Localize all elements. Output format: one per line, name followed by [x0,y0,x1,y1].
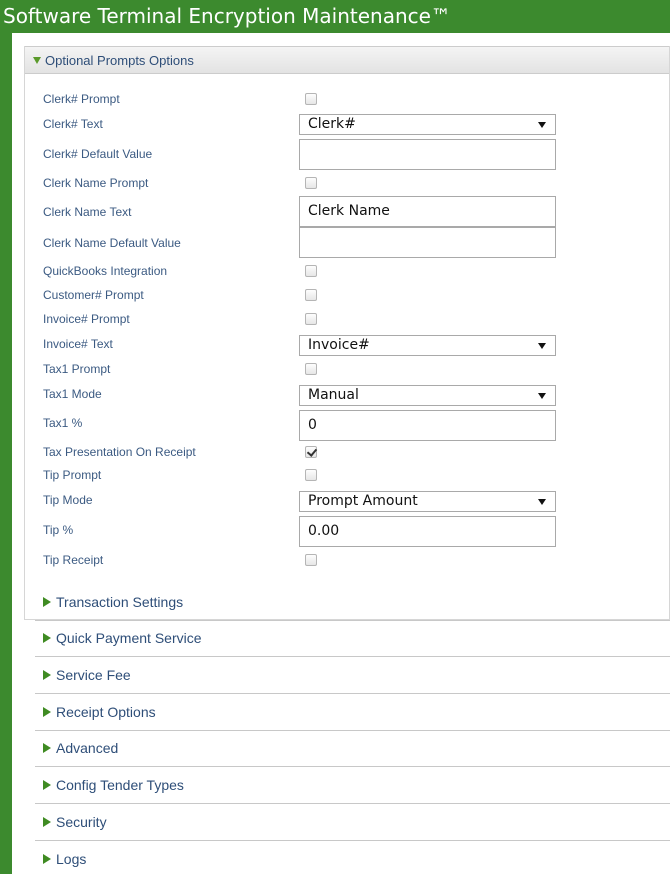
collapsed-triangle-icon [43,706,51,717]
section-label: Service Fee [56,666,131,683]
section-label: Security [56,813,107,830]
collapsed-triangle-icon [43,669,51,680]
tip-pct-input[interactable]: 0.00 [299,516,556,547]
page-title: Software Terminal Encryption Maintenance… [0,0,670,33]
panel-title: Optional Prompts Options [45,52,194,68]
clerk-name-text-label: Clerk Name Text [43,205,132,219]
tax-presentation-checkbox[interactable] [305,446,317,458]
section-label: Advanced [56,739,119,756]
section-service-fee[interactable]: Service Fee [35,656,670,694]
tax1-prompt-label: Tax1 Prompt [43,362,111,376]
clerk-default-label: Clerk# Default Value [43,147,153,161]
expanded-triangle-icon [33,56,41,64]
invoice-prompt-label: Invoice# Prompt [43,312,130,326]
tip-prompt-checkbox[interactable] [305,469,317,481]
tax1-prompt-checkbox[interactable] [305,363,317,375]
section-advanced[interactable]: Advanced [35,729,670,767]
tip-receipt-label: Tip Receipt [43,553,104,567]
customer-prompt-label: Customer# Prompt [43,288,144,302]
tip-prompt-label: Tip Prompt [43,468,102,482]
invoice-text-select[interactable]: Invoice# [299,335,556,356]
clerk-default-input[interactable] [299,139,556,170]
panel-header-optional-prompts[interactable]: Optional Prompts Options [25,46,669,74]
section-label: Quick Payment Service [56,629,202,646]
clerk-prompt-checkbox[interactable] [305,93,317,105]
collapsed-triangle-icon [43,596,51,607]
collapsed-triangle-icon [43,742,51,753]
section-label: Transaction Settings [56,593,184,610]
tip-receipt-checkbox[interactable] [305,554,317,566]
collapsed-triangle-icon [43,816,51,827]
section-transaction-settings[interactable]: Transaction Settings [35,583,670,621]
dropdown-arrow-icon [538,122,546,128]
section-security[interactable]: Security [35,803,670,841]
tip-mode-select[interactable]: Prompt Amount [299,491,556,512]
clerk-name-default-input[interactable] [299,227,556,258]
tax1-mode-select[interactable]: Manual [299,385,556,406]
dropdown-arrow-icon [538,343,546,349]
tip-pct-label: Tip % [43,523,74,537]
section-label: Config Tender Types [56,776,184,793]
tax1-pct-label: Tax1 % [43,416,83,430]
clerk-text-select[interactable]: Clerk# [299,114,556,135]
tax1-pct-input[interactable]: 0 [299,410,556,441]
invoice-prompt-checkbox[interactable] [305,313,317,325]
clerk-name-prompt-label: Clerk Name Prompt [43,176,149,190]
quickbooks-label: QuickBooks Integration [43,264,168,278]
clerk-text-label: Clerk# Text [43,117,103,131]
collapsed-triangle-icon [43,779,51,790]
clerk-name-default-label: Clerk Name Default Value [43,236,181,250]
section-logs[interactable]: Logs [35,840,670,878]
dropdown-arrow-icon [538,499,546,505]
tax-presentation-label: Tax Presentation On Receipt [43,445,196,459]
invoice-text-label: Invoice# Text [43,337,113,351]
tax1-mode-value: Manual [308,387,359,403]
customer-prompt-checkbox[interactable] [305,289,317,301]
section-label: Receipt Options [56,703,156,720]
section-quick-payment-service[interactable]: Quick Payment Service [35,619,670,657]
left-accent-bar [0,0,12,874]
dropdown-arrow-icon [538,393,546,399]
clerk-text-value: Clerk# [308,116,356,132]
clerk-name-text-input[interactable]: Clerk Name [299,196,556,227]
section-receipt-options[interactable]: Receipt Options [35,693,670,731]
invoice-text-value: Invoice# [308,337,370,353]
clerk-name-prompt-checkbox[interactable] [305,177,317,189]
collapsed-triangle-icon [43,854,51,864]
quickbooks-checkbox[interactable] [305,265,317,277]
section-label: Logs [56,851,87,867]
tip-mode-value: Prompt Amount [308,493,418,509]
collapsed-triangle-icon [43,632,51,643]
tax1-mode-label: Tax1 Mode [43,387,102,401]
section-config-tender-types[interactable]: Config Tender Types [35,766,670,804]
tip-mode-label: Tip Mode [43,493,93,507]
clerk-prompt-label: Clerk# Prompt [43,92,120,106]
